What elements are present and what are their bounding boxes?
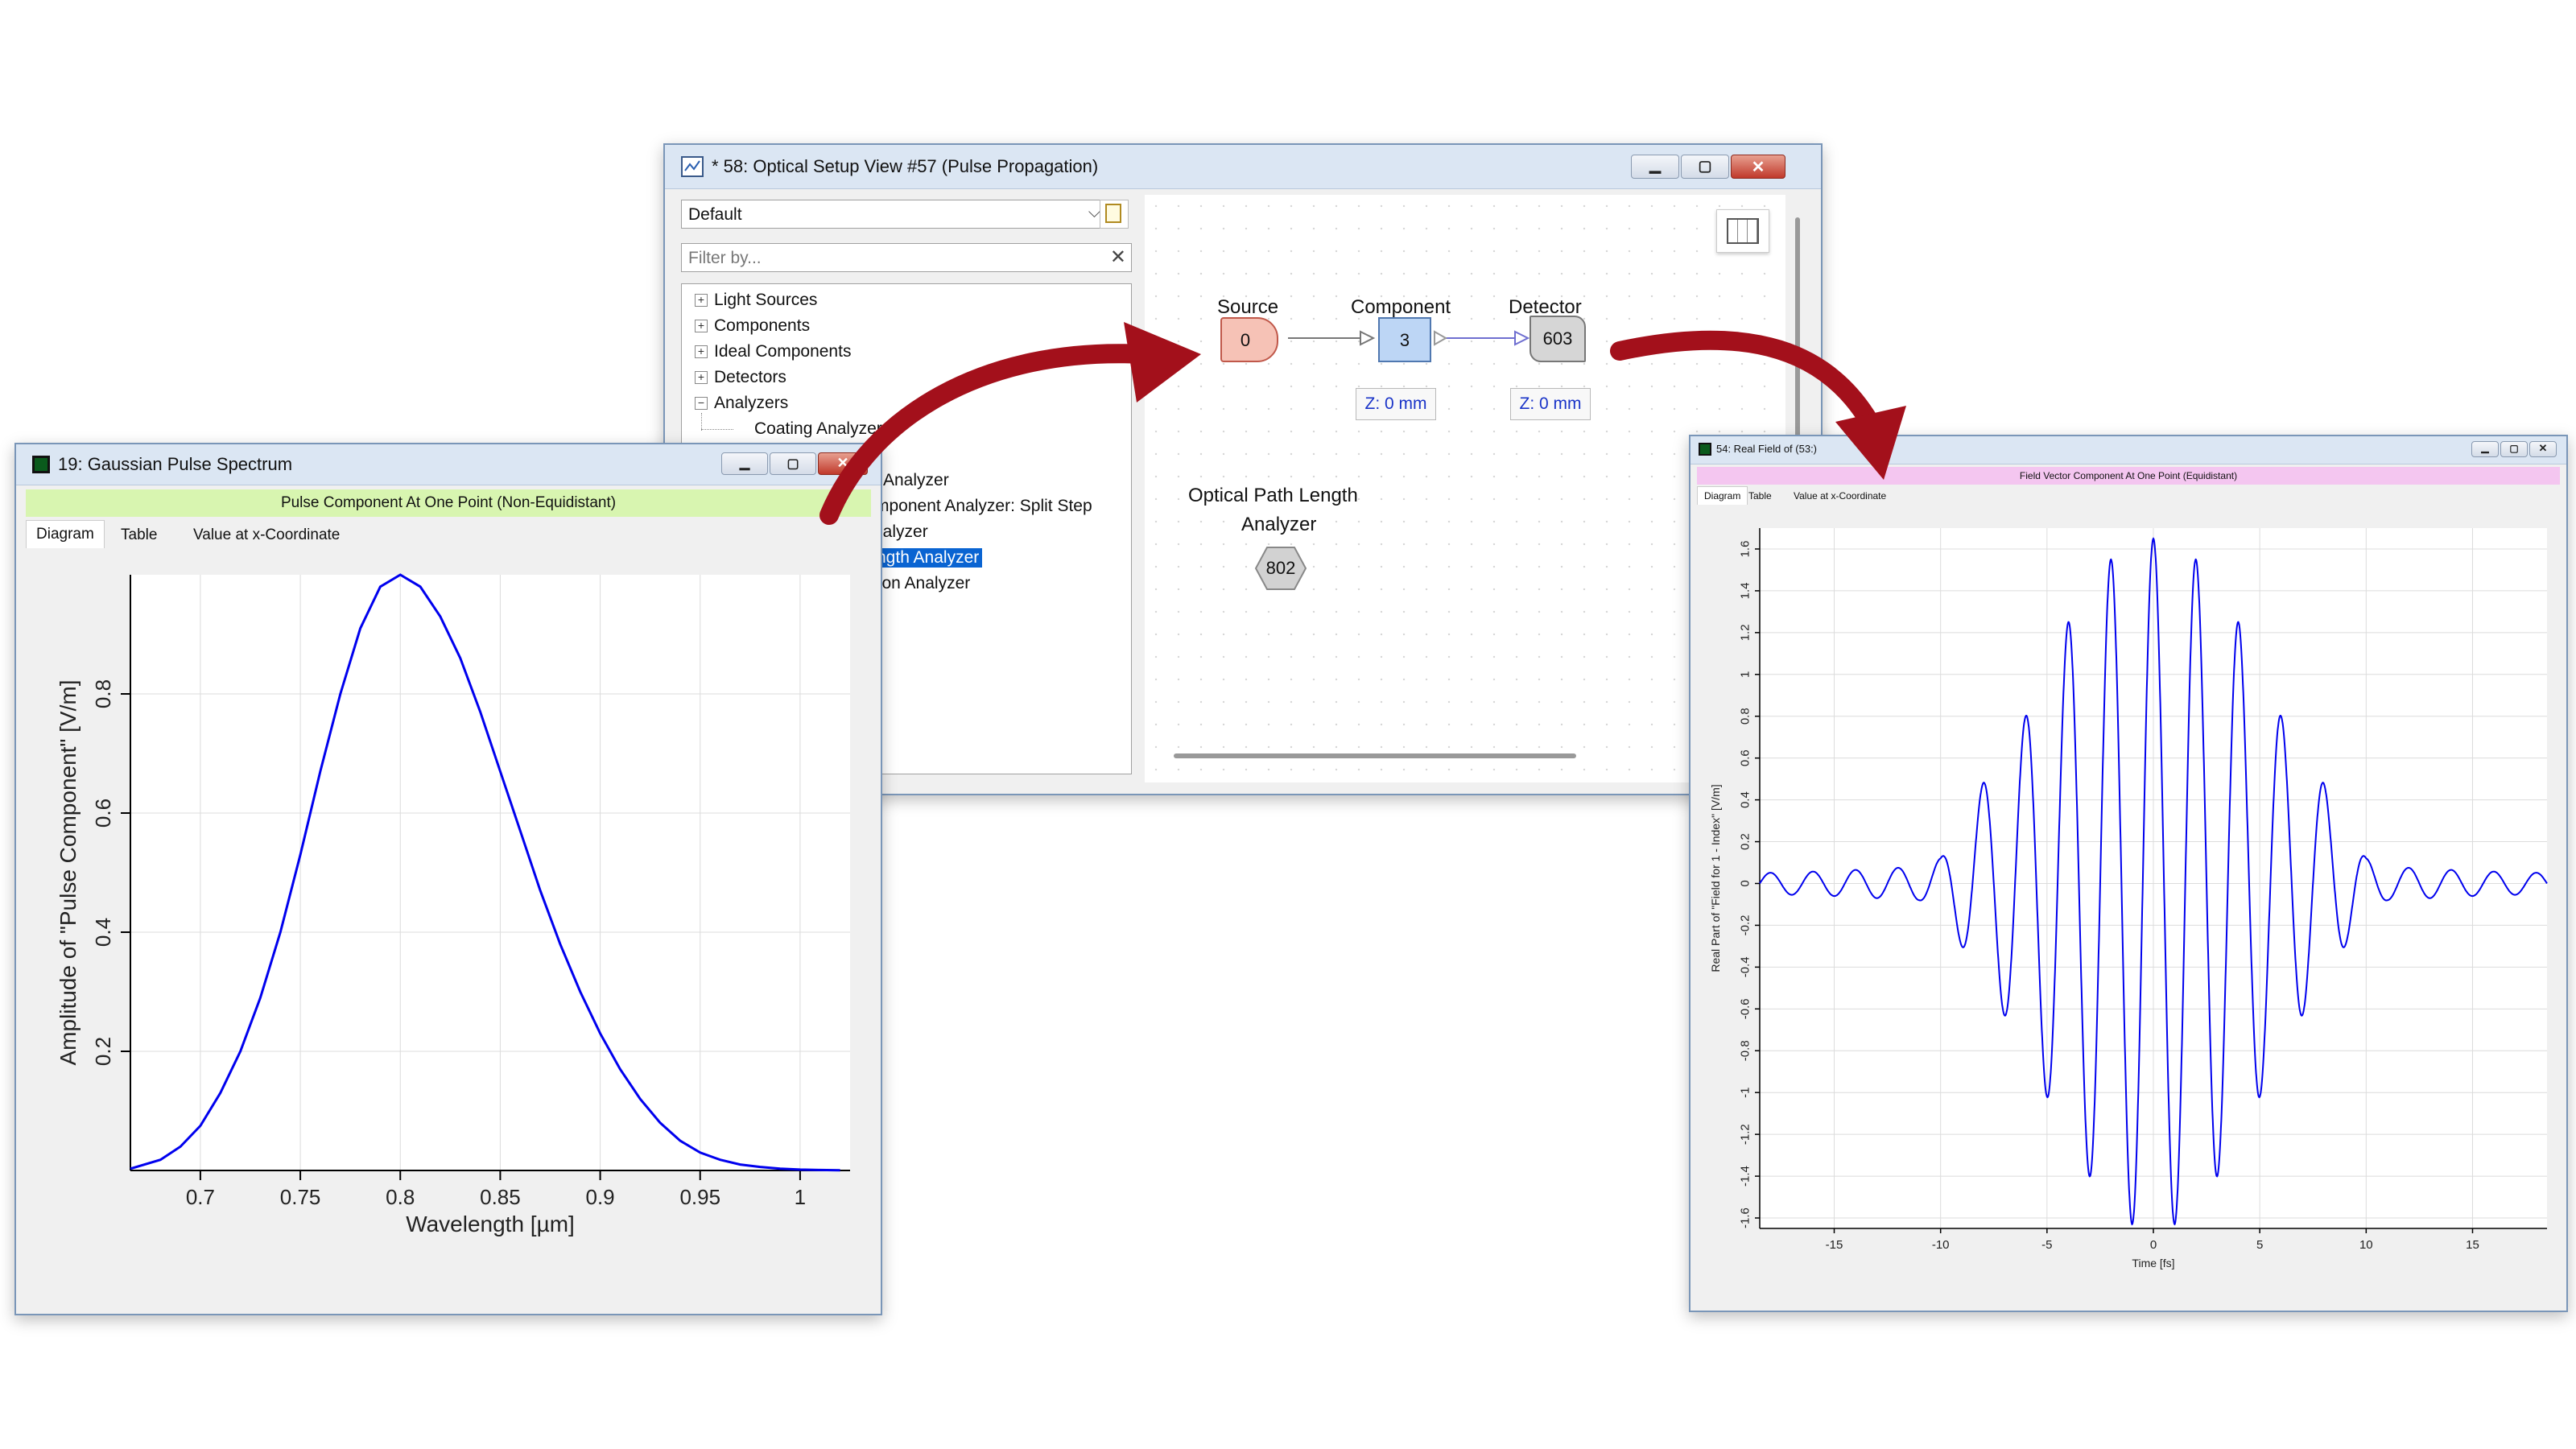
arrow-detector-to-field-head (1835, 406, 1906, 480)
arrow-spectrum-to-source-head (1124, 322, 1201, 402)
arrow-detector-to-field (1610, 330, 1877, 428)
flow-arrows (819, 322, 1906, 525)
arrow-spectrum-to-source (819, 344, 1153, 525)
